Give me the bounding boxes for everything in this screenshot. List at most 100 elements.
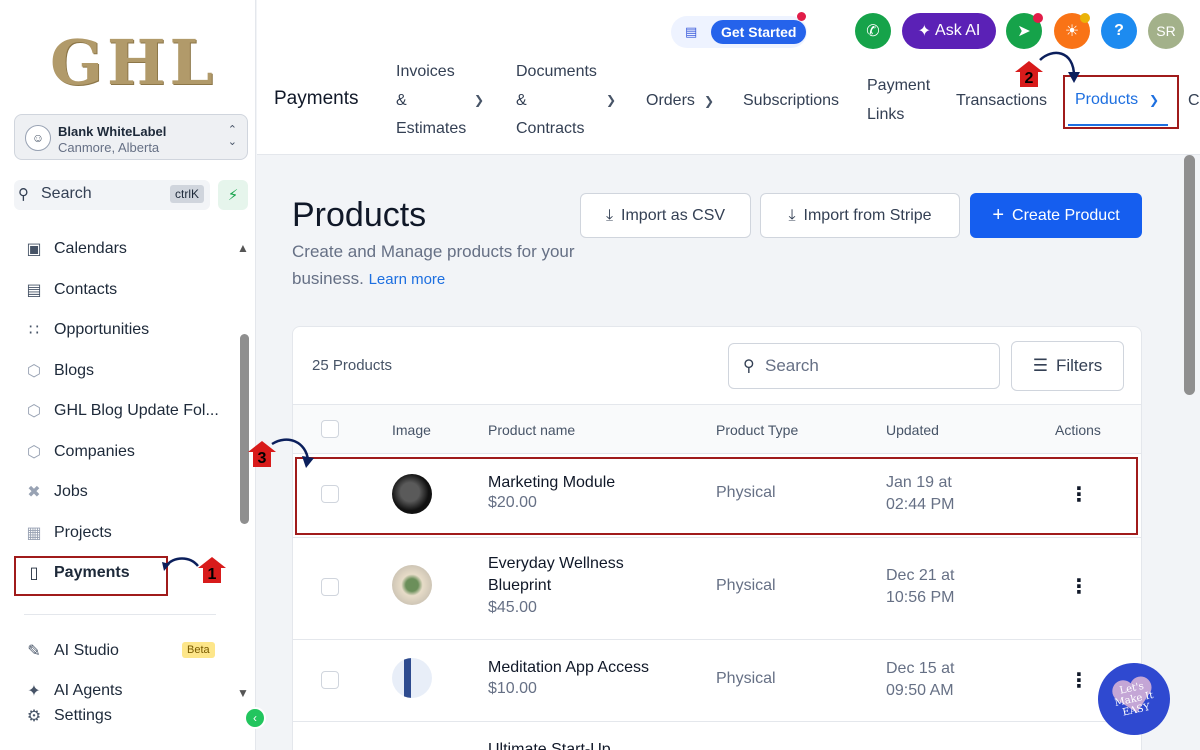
search-input[interactable] <box>765 354 985 378</box>
sidebar-item-opportunities[interactable]: ∷ Opportunities <box>22 315 232 345</box>
sidebar-item-blog-folder[interactable]: ⬡ GHL Blog Update Fol... <box>22 396 232 426</box>
tab-overflow[interactable]: C <box>1188 87 1200 116</box>
product-name[interactable]: Meditation App Access <box>488 657 658 679</box>
column-header[interactable]: Updated <box>886 422 939 438</box>
tab-label: Payment <box>867 77 931 94</box>
account-switcher[interactable]: ☺ Blank WhiteLabel Canmore, Alberta ⌃ ⌄ <box>14 114 248 160</box>
plus-icon: + <box>992 204 1005 226</box>
download-icon: ⤓ <box>788 206 796 224</box>
sidebar-item-calendars[interactable]: ▣ Calendars <box>22 234 232 264</box>
search-icon: ⚲ <box>18 186 29 203</box>
help-icon[interactable]: ? <box>1101 13 1137 49</box>
product-updated: Dec 21 at 10:56 PM <box>886 565 976 609</box>
sidebar-item-companies[interactable]: ⬡ Companies <box>22 437 232 467</box>
table-header: Image Product name Product Type Updated … <box>293 404 1141 454</box>
create-product-button[interactable]: + Create Product <box>970 193 1142 238</box>
table-row[interactable]: Meditation App Access $10.00 Physical De… <box>293 640 1141 722</box>
blogs-icon: ⬡ <box>27 363 41 380</box>
tab-invoices-estimates[interactable]: Invoices & Estimates ❯ <box>396 58 484 144</box>
tab-label: Documents <box>516 63 597 80</box>
main-scrollbar[interactable] <box>1180 155 1200 750</box>
sidebar-item-settings[interactable]: ⚙ Settings <box>22 701 232 731</box>
opportunities-icon: ∷ <box>28 322 40 339</box>
download-icon: ⤓ <box>605 206 614 224</box>
account-avatar-icon: ☺ <box>25 125 51 151</box>
updated-time: 10:56 PM <box>886 589 955 606</box>
table-row[interactable]: Everyday Wellness Blueprint $45.00 Physi… <box>293 538 1141 640</box>
chevron-down-icon: ❯ <box>474 93 485 107</box>
chevron-updown-icon: ⌃ ⌄ <box>227 124 237 148</box>
filters-button[interactable]: ☰ Filters <box>1011 341 1124 391</box>
collapse-sidebar-icon[interactable]: ‹ <box>244 707 266 729</box>
phone-icon[interactable]: ✆ <box>855 13 891 49</box>
product-updated: Dec 15 at 09:50 AM <box>886 658 976 702</box>
product-count: 25 Products <box>312 357 393 374</box>
quick-action-bolt-icon[interactable]: ⚡ <box>218 180 248 210</box>
ask-ai-button[interactable]: ✦ Ask AI <box>902 13 996 49</box>
row-checkbox[interactable] <box>321 578 339 596</box>
scroll-down-icon[interactable]: ▼ <box>237 686 249 700</box>
column-header[interactable]: Product Type <box>716 422 798 438</box>
tab-label: & <box>516 91 527 109</box>
tab-subscriptions[interactable]: Subscriptions <box>743 87 839 116</box>
tab-label: Orders <box>646 92 695 109</box>
main-scrollbar-thumb[interactable] <box>1184 155 1195 395</box>
jobs-icon: ✖ <box>27 484 41 501</box>
sidebar-item-label: Calendars <box>54 240 127 257</box>
learn-more-link[interactable]: Learn more <box>369 271 446 288</box>
tab-transactions[interactable]: Transactions <box>956 87 1047 116</box>
column-header[interactable]: Product name <box>488 422 575 438</box>
search-shortcut: ctrlK <box>170 185 204 203</box>
sidebar-item-blogs[interactable]: ⬡ Blogs <box>22 356 232 386</box>
sidebar-item-contacts[interactable]: ▤ Contacts <box>22 275 232 305</box>
import-stripe-label: Import from Stripe <box>803 206 932 224</box>
ghl-logo[interactable]: GHL <box>50 26 217 99</box>
sidebar-item-label: Contacts <box>54 281 118 298</box>
ai-agents-icon: ✦ <box>27 683 41 700</box>
sidebar-scrollbar[interactable] <box>240 334 249 524</box>
arrow-icon <box>162 557 199 571</box>
get-started-button[interactable]: ▤ Get Started <box>671 12 807 48</box>
products-annotation-box <box>1063 75 1179 129</box>
sidebar-item-label: AI Agents <box>54 682 123 699</box>
tab-payment-links[interactable]: Payment Links <box>867 72 930 129</box>
import-csv-button[interactable]: ⤓ Import as CSV <box>580 193 751 238</box>
tab-label: Links <box>867 105 905 123</box>
page-subtitle: Create and Manage products for your busi… <box>292 238 592 293</box>
sidebar-item-jobs[interactable]: ✖ Jobs <box>22 477 232 507</box>
column-header: Image <box>392 422 431 438</box>
tab-documents-contracts[interactable]: Documents & Contracts ❯ <box>516 58 616 144</box>
sidebar-search-label: Search <box>41 185 92 202</box>
sidebar-item-projects[interactable]: ▦ Projects <box>22 518 232 548</box>
tab-label: Contracts <box>516 120 585 137</box>
tab-orders[interactable]: Orders ❯ <box>646 87 714 116</box>
updated-date: Dec 15 at <box>886 660 955 677</box>
sidebar: GHL ☺ Blank WhiteLabel Canmore, Alberta … <box>0 0 256 750</box>
scroll-up-icon[interactable]: ▲ <box>237 241 249 255</box>
section-title: Payments <box>274 88 359 109</box>
sidebar-search[interactable]: ⚲ Search ctrlK <box>14 180 210 210</box>
row-annotation-box <box>295 457 1138 535</box>
sidebar-item-label: Jobs <box>54 483 88 500</box>
table-search[interactable]: ⚲ <box>728 343 1000 389</box>
import-stripe-button[interactable]: ⤓ Import from Stripe <box>760 193 960 238</box>
tab-label: & <box>396 91 407 109</box>
filter-icon: ☰ <box>1032 356 1048 375</box>
contacts-icon: ▤ <box>26 282 42 299</box>
product-type: Physical <box>716 577 776 594</box>
tab-label: Invoices <box>396 63 455 80</box>
folder-icon: ⬡ <box>27 403 41 420</box>
notification-dot <box>1080 13 1090 23</box>
product-name[interactable]: Everyday Wellness Blueprint <box>488 553 658 597</box>
more-actions-icon[interactable]: ⋮ <box>1069 574 1089 599</box>
user-avatar[interactable]: SR <box>1148 13 1184 49</box>
row-checkbox[interactable] <box>321 671 339 689</box>
select-all-checkbox[interactable] <box>321 420 339 438</box>
more-actions-icon[interactable]: ⋮ <box>1069 668 1089 693</box>
product-image <box>392 658 432 698</box>
table-row[interactable]: Ultimate Start-Up <box>293 722 1141 750</box>
product-name[interactable]: Ultimate Start-Up <box>488 739 658 750</box>
sidebar-item-label: Companies <box>54 443 135 460</box>
notification-dot <box>1033 13 1043 23</box>
arrow-icon <box>1039 51 1080 83</box>
